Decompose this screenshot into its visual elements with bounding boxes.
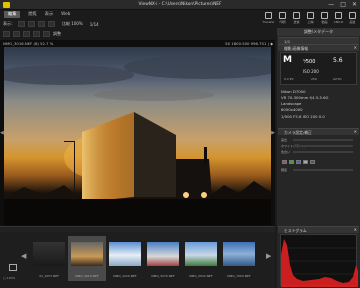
menu-bar: 編集 閲覧 表示 Web <box>0 11 240 18</box>
print-icon[interactable]: 印刷 <box>277 10 288 27</box>
menu-item-view[interactable]: 表示 <box>45 11 53 18</box>
movie-icon[interactable]: 動画 <box>319 10 330 27</box>
panel-tab[interactable]: 調整/メタデータ <box>277 28 360 36</box>
settings-summary: 1/500 F5.6 ISO 200 0.0 <box>281 114 325 119</box>
iso-value: ISO 200 <box>303 69 319 74</box>
previous-image-icon[interactable]: ◀ <box>0 130 4 136</box>
collapse-icon[interactable]: ✕ <box>354 227 357 232</box>
filmstrip-thumb[interactable]: NMO_3270.NEF <box>144 236 182 281</box>
window-controls: — □ ✕ <box>328 1 357 8</box>
swatch[interactable] <box>303 160 308 164</box>
zoom-dropdown[interactable]: 比較 100% <box>62 21 83 27</box>
maximize-button[interactable]: □ <box>340 1 346 8</box>
crop-icon[interactable] <box>23 31 30 37</box>
filmstrip-thumb[interactable]: 22_1057.NEF <box>30 236 68 281</box>
swatch[interactable] <box>289 160 294 164</box>
collapse-icon[interactable]: ✕ <box>354 129 357 134</box>
red-eye-icon[interactable] <box>43 31 50 37</box>
filmstrip-thumb[interactable]: NMO_2932.NEF <box>182 236 220 281</box>
thumb-caption: NMO_7003.NEF <box>227 274 251 278</box>
folder-icon[interactable] <box>9 264 17 271</box>
menu-item-browse[interactable]: 閲覧 <box>28 11 36 18</box>
exposure-mode: M <box>283 55 292 65</box>
filmstrip: ◀ 22_1057.NEF NMO_3016.NEF NMO_1220.NEF … <box>0 232 275 288</box>
nav-counter: 1/14 <box>89 21 99 27</box>
window-title: ViewNX-i - C:\Users\Nikon\Pictures\NEF <box>138 2 222 7</box>
straighten-icon[interactable] <box>33 31 40 37</box>
view-toolbar: 表示： 比較 100% 1/14 <box>3 20 273 28</box>
thumbnail-zoom[interactable]: □ 100% <box>3 276 15 280</box>
thumb-caption: NMO_3016.NEF <box>75 274 99 278</box>
truck-scene-image <box>4 55 271 225</box>
title-bar: ViewNX-i - C:\Users\Nikon\Pictures\NEF —… <box>0 0 360 10</box>
filmstrip-thumb[interactable]: NMO_1220.NEF <box>106 236 144 281</box>
lens-name: VR 70-300mm f/4.5-5.6G <box>281 95 329 100</box>
compare-view-icon[interactable] <box>38 21 45 27</box>
menu-item-edit[interactable]: 編集 <box>4 11 21 18</box>
thumb-caption: NMO_2932.NEF <box>189 274 213 278</box>
section-header-histogram[interactable]: ヒストグラム ✕ <box>278 226 359 233</box>
mail-icon[interactable]: 送信 <box>291 10 302 27</box>
filmstrip-prev-icon[interactable]: ◀ <box>21 252 26 260</box>
exposure-comp: 0.0 EV <box>284 77 294 81</box>
adjust-row[interactable]: ホワイトバランス <box>281 144 356 148</box>
main-photo <box>4 47 271 225</box>
thumb-caption: NMO_1220.NEF <box>113 274 137 278</box>
adjust-label: 調整 <box>53 31 61 36</box>
filmstrip-thumb-selected[interactable]: NMO_3016.NEF <box>68 236 106 281</box>
adjust-row[interactable]: 色合い <box>281 150 356 154</box>
fullscreen-icon[interactable] <box>48 21 55 27</box>
thumb-caption: NMO_3270.NEF <box>151 274 175 278</box>
next-image-icon[interactable]: ▶ <box>271 130 275 136</box>
camera-model: Nikon D7000 <box>281 89 306 94</box>
top-icon-toolbar: Transfer 印刷 送信 上映 動画 CNX-D 画質 <box>262 10 358 27</box>
filmstrip-thumb[interactable]: NMO_7003.NEF <box>220 236 258 281</box>
section-header-adjust[interactable]: カメラ設定/補正 ✕ <box>278 128 359 135</box>
color-swatches <box>282 160 315 164</box>
upload-icon[interactable]: 上映 <box>305 10 316 27</box>
rotate-right-icon[interactable] <box>13 31 20 37</box>
picture-control: Landscape <box>281 101 302 106</box>
section-adjust-title: カメラ設定/補正 <box>284 130 312 135</box>
image-viewer[interactable]: NMO_3016.NEF (8) 52.7 % 5X 1800.500 996.… <box>0 40 275 226</box>
filmstrip-next-icon[interactable]: ▶ <box>266 252 271 260</box>
section-header-camera[interactable]: 撮影/画像情報 ✕ <box>278 44 359 51</box>
edit-toolbar: 調整 <box>3 30 273 38</box>
section-histogram-title: ヒストグラム <box>284 228 307 233</box>
swatch[interactable] <box>296 160 301 164</box>
camera-info-box: M ¹⁄500 5.6 ISO 200 0.0 EV 250 AUTO <box>280 52 357 85</box>
histogram-graph <box>281 239 358 287</box>
grid-view-icon[interactable] <box>18 21 25 27</box>
single-view-icon[interactable] <box>28 21 35 27</box>
menu-item-web[interactable]: Web <box>61 11 70 18</box>
collapse-icon[interactable]: ✕ <box>354 45 357 50</box>
panel-nav: 1/1 <box>278 37 359 44</box>
swatch[interactable] <box>282 160 287 164</box>
thumb-caption: 22_1057.NEF <box>39 274 59 278</box>
shutter-speed: ¹⁄500 <box>303 59 316 65</box>
f-number: 5.6 <box>333 57 343 64</box>
view-mode-label: 表示： <box>3 21 15 26</box>
capture-icon[interactable]: CNX-D <box>333 10 344 27</box>
adjust-metadata-panel: 調整/メタデータ 1/1 撮影/画像情報 ✕ M ¹⁄500 5.6 ISO 2… <box>277 28 360 288</box>
adjust-row[interactable]: 輝度 <box>281 168 356 172</box>
adjust-label: 露出 <box>281 138 288 142</box>
focal-length: 250 <box>311 77 317 81</box>
swatch[interactable] <box>310 160 315 164</box>
adjust-label: 輝度 <box>281 168 288 172</box>
histogram-chart <box>280 234 358 287</box>
adjust-row[interactable]: 露出 <box>281 138 356 142</box>
close-button[interactable]: ✕ <box>352 1 357 8</box>
rotate-left-icon[interactable] <box>3 31 10 37</box>
panel-icon[interactable]: 画質 <box>347 10 358 27</box>
minimize-button[interactable]: — <box>328 1 334 8</box>
section-camera-title: 撮影/画像情報 <box>284 46 309 51</box>
white-balance: AUTO <box>333 77 342 81</box>
image-size: 6000x4000 <box>281 107 303 112</box>
adjust-label: 色合い <box>281 150 291 154</box>
